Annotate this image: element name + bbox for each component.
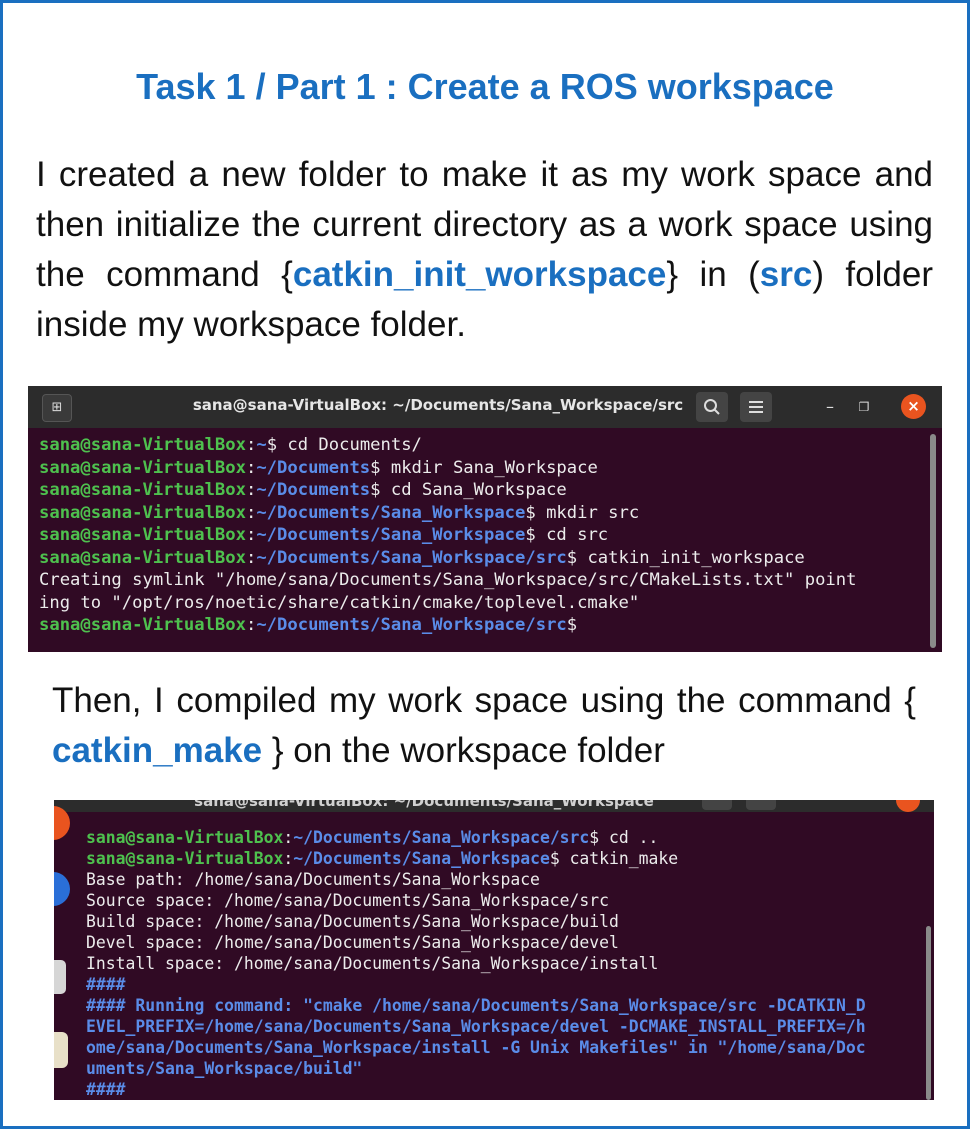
folder-highlight: src <box>759 255 813 294</box>
intro-paragraph: I created a new folder to make it as my … <box>36 150 933 350</box>
terminal-line: sana@sana-VirtualBox:~/Documents/Sana_Wo… <box>86 828 659 847</box>
terminal-line: sana@sana-VirtualBox:~/Documents/Sana_Wo… <box>86 849 679 868</box>
command-highlight: catkin_make <box>52 731 263 770</box>
thunderbird-dock-icon[interactable] <box>54 872 70 906</box>
terminal-titlebar[interactable]: ⊞ sana@sana-VirtualBox: ~/Documents/Sana… <box>28 386 942 428</box>
close-button[interactable] <box>896 800 920 812</box>
terminal-hash-line: #### <box>86 975 126 994</box>
terminal-hash-line: #### <box>86 1080 126 1099</box>
files-dock-icon[interactable] <box>54 960 66 994</box>
terminal-running-line: #### Running command: "cmake /home/sana/… <box>86 996 866 1015</box>
compile-paragraph: Then, I compiled my work space using the… <box>52 676 916 776</box>
hamburger-menu-icon[interactable] <box>740 392 772 422</box>
terminal-output[interactable]: sana@sana-VirtualBox:~$ cd Documents/san… <box>39 434 919 637</box>
page-title: Task 1 / Part 1 : Create a ROS workspace <box>136 66 834 107</box>
terminal-window-2[interactable]: sana@sana-VirtualBox: ~/Documents/Sana_W… <box>54 800 934 1100</box>
scrollbar[interactable] <box>930 434 936 648</box>
terminal-output-line: Creating symlink "/home/sana/Documents/S… <box>39 570 857 590</box>
command-highlight: catkin_init_workspace <box>292 255 667 294</box>
terminal-line: sana@sana-VirtualBox:~/Documents/Sana_Wo… <box>39 615 578 635</box>
minimize-button[interactable]: – <box>814 392 846 422</box>
terminal-running-line: ome/sana/Documents/Sana_Workspace/instal… <box>86 1038 866 1057</box>
terminal-output-line: Build space: /home/sana/Documents/Sana_W… <box>86 912 619 931</box>
terminal-output-line: Source space: /home/sana/Documents/Sana_… <box>86 891 610 910</box>
terminal-output-line: Base path: /home/sana/Documents/Sana_Wor… <box>86 870 540 889</box>
terminal-line: sana@sana-VirtualBox:~/Documents/Sana_Wo… <box>39 502 640 523</box>
compile-text-1: Then, I compiled my work space using the… <box>52 681 916 720</box>
terminal-line: sana@sana-VirtualBox:~/Documents/Sana_Wo… <box>39 525 609 545</box>
terminal-output-line: Devel space: /home/sana/Documents/Sana_W… <box>86 933 619 952</box>
maximize-button[interactable]: ❐ <box>848 392 880 422</box>
terminal-line: sana@sana-VirtualBox:~$ cd Documents/ <box>39 435 422 455</box>
terminal-running-line: EVEL_PREFIX=/home/sana/Documents/Sana_Wo… <box>86 1017 866 1036</box>
search-icon[interactable] <box>702 800 732 810</box>
rhythmbox-dock-icon[interactable] <box>54 1032 68 1068</box>
terminal-title: sana@sana-VirtualBox: ~/Documents/Sana_W… <box>194 800 654 810</box>
close-button[interactable]: × <box>901 394 926 419</box>
compile-text-2: } on the workspace folder <box>271 731 665 770</box>
scrollbar[interactable] <box>926 926 931 1100</box>
terminal-line: sana@sana-VirtualBox:~/Documents$ cd San… <box>39 480 567 500</box>
terminal-running-line: uments/Sana_Workspace/build" <box>86 1059 363 1078</box>
hamburger-menu-icon[interactable] <box>746 800 776 810</box>
terminal-output[interactable]: sana@sana-VirtualBox:~/Documents/Sana_Wo… <box>86 827 926 1100</box>
search-icon[interactable] <box>696 392 728 422</box>
terminal-line: sana@sana-VirtualBox:~/Documents$ mkdir … <box>39 457 598 478</box>
terminal-line: sana@sana-VirtualBox:~/Documents/Sana_Wo… <box>39 547 805 568</box>
intro-text-2: } in ( <box>666 255 760 294</box>
terminal-output-line: ing to "/opt/ros/noetic/share/catkin/cma… <box>39 592 640 613</box>
terminal-output-line: Install space: /home/sana/Documents/Sana… <box>86 954 659 973</box>
terminal-window-1[interactable]: ⊞ sana@sana-VirtualBox: ~/Documents/Sana… <box>28 386 942 652</box>
terminal-titlebar[interactable]: sana@sana-VirtualBox: ~/Documents/Sana_W… <box>54 800 934 812</box>
